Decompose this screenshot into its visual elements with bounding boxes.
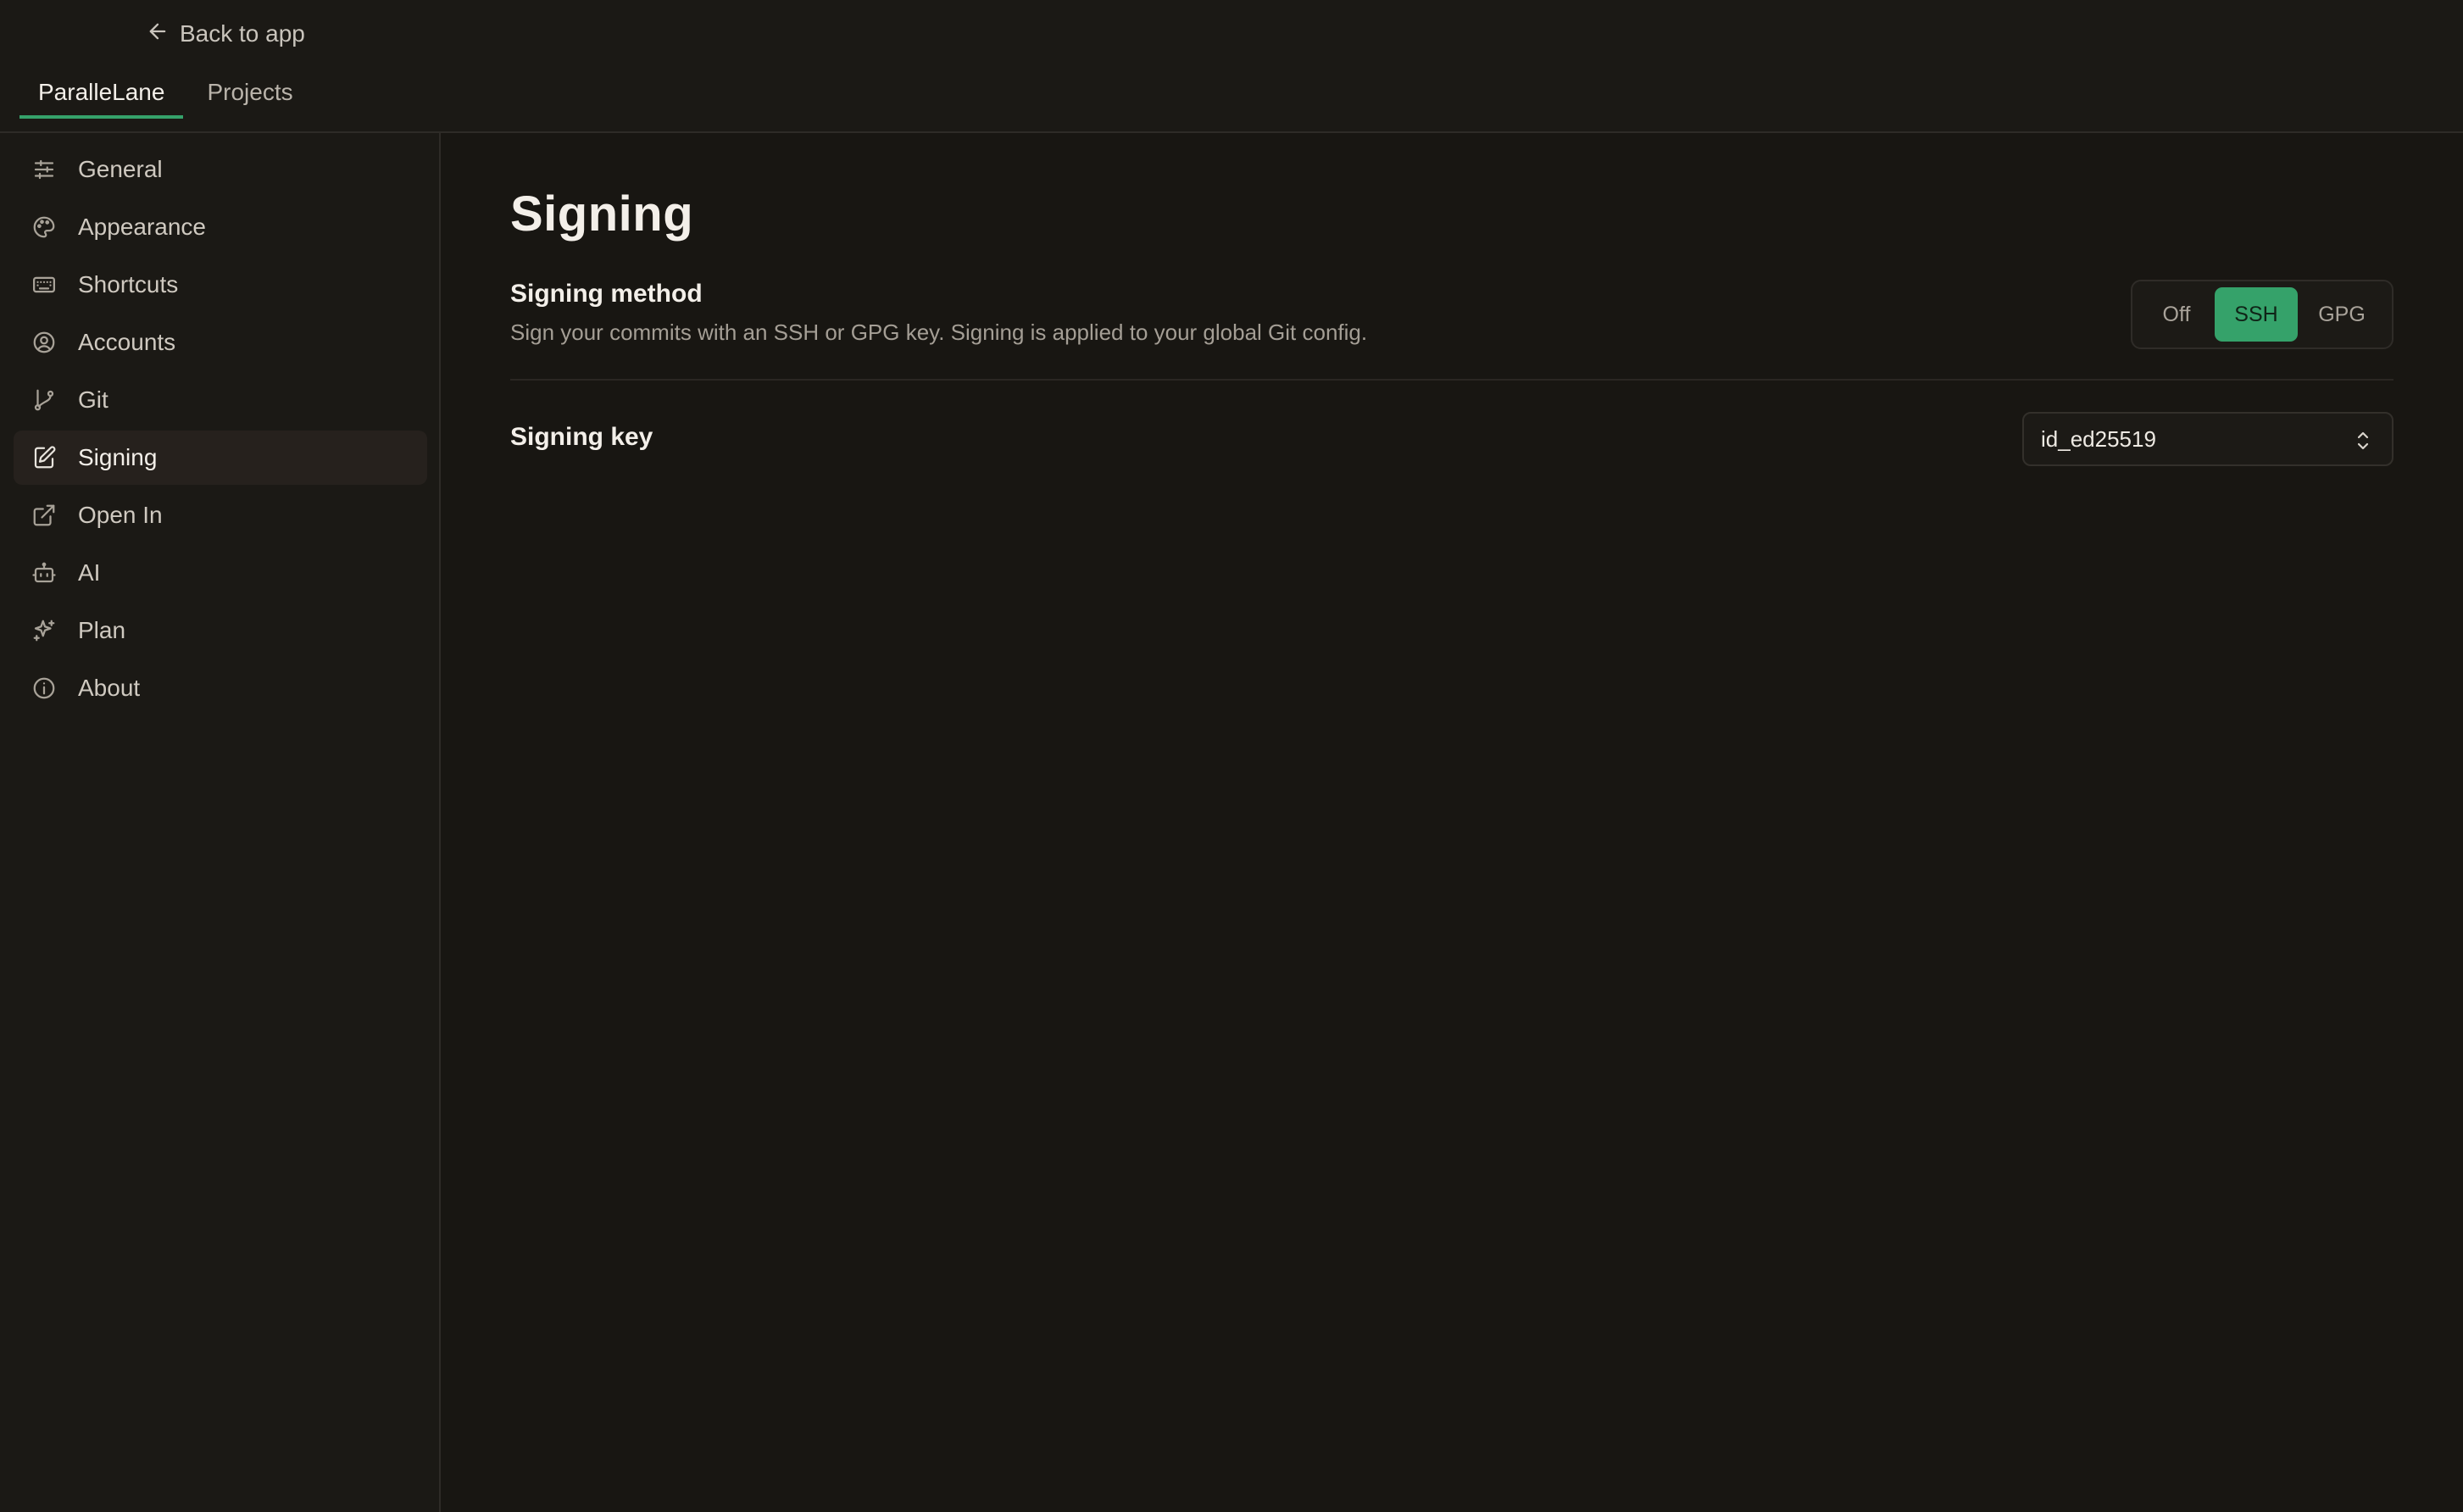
sidebar-item-label: Open In [78,502,163,528]
sidebar-item-ai[interactable]: AI [14,546,427,600]
settings-content: Signing Signing method Sign your commits… [442,133,2463,1512]
signing-method-gpg-option[interactable]: GPG [2298,287,2386,342]
pen-square-icon [31,444,58,471]
sidebar-item-accounts[interactable]: Accounts [14,315,427,370]
sidebar-item-plan[interactable]: Plan [14,603,427,658]
sliders-icon [31,156,58,183]
signing-method-description: Sign your commits with an SSH or GPG key… [510,320,1368,345]
sidebar-item-shortcuts[interactable]: Shortcuts [14,258,427,312]
sidebar-item-label: AI [78,559,101,586]
signing-method-off-option[interactable]: Off [2138,287,2215,342]
sidebar-item-label: Accounts [78,329,176,355]
sidebar-item-label: About [78,675,141,701]
sidebar-item-appearance[interactable]: Appearance [14,200,427,254]
bot-icon [31,559,58,586]
section-divider [510,379,2394,381]
signing-key-select[interactable]: id_ed25519 [2022,412,2394,466]
info-icon [31,675,58,702]
signing-method-ssh-option[interactable]: SSH [2215,287,2298,342]
signing-key-title: Signing key [510,423,653,451]
back-to-app-button[interactable]: Back to app [146,19,305,49]
sidebar-item-label: Git [78,386,108,413]
top-tabs: ParalleLane Projects [19,71,312,119]
settings-sidebar: General Appearance Shortcuts Accounts Gi… [0,133,441,1512]
sidebar-item-signing[interactable]: Signing [14,431,427,485]
git-branch-icon [31,386,58,414]
signing-method-title: Signing method [510,280,703,308]
page-title: Signing [510,186,694,242]
tab-projects[interactable]: Projects [188,71,311,119]
sidebar-item-label: General [78,156,163,182]
sidebar-item-open-in[interactable]: Open In [14,488,427,542]
signing-key-value: id_ed25519 [2041,425,2156,452]
sidebar-item-label: Signing [78,444,158,470]
sidebar-item-label: Shortcuts [78,271,179,297]
sparkles-icon [31,617,58,644]
user-circle-icon [31,329,58,356]
signing-method-segmented-control: Off SSH GPG [2131,280,2394,349]
sidebar-item-label: Appearance [78,214,207,240]
external-link-icon [31,502,58,529]
chevron-up-down-icon [2353,429,2373,453]
sidebar-item-label: Plan [78,617,126,643]
back-to-app-label: Back to app [180,20,305,47]
sidebar-item-general[interactable]: General [14,142,427,197]
arrow-left-icon [146,19,170,49]
sidebar-item-about[interactable]: About [14,661,427,715]
sidebar-item-git[interactable]: Git [14,373,427,427]
tab-parallelane[interactable]: ParalleLane [19,71,184,119]
top-bar: Back to app ParalleLane Projects [0,0,2463,133]
palette-icon [31,214,58,241]
keyboard-icon [31,271,58,298]
